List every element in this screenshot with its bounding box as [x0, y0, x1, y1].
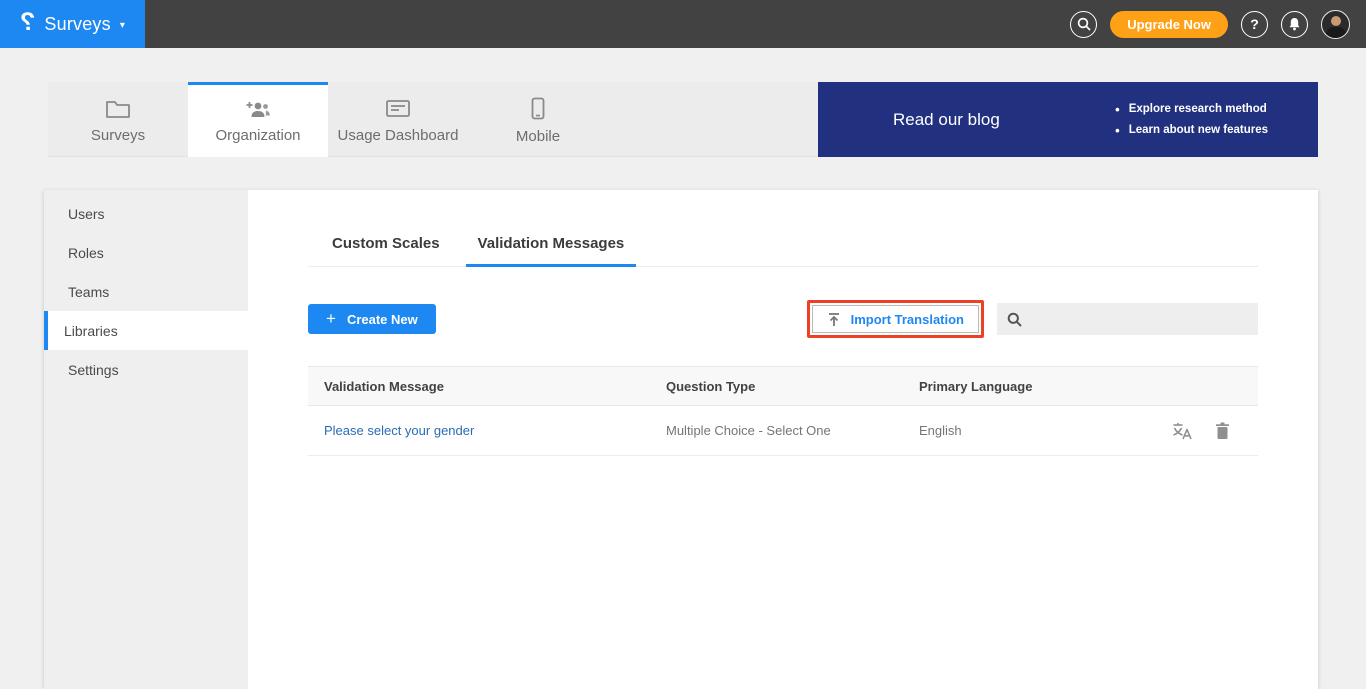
section-tabs: Surveys Organization Usage Dashboard Mob… — [48, 82, 818, 157]
product-switcher[interactable]: ? Surveys ▾ — [0, 0, 145, 48]
translate-button[interactable] — [1172, 421, 1193, 440]
topbar: ? Surveys ▾ Upgrade Now ? — [0, 0, 1366, 48]
sidebar: Users Roles Teams Libraries Settings — [44, 190, 248, 689]
chevron-down-icon: ▾ — [120, 20, 125, 31]
sidebar-item-roles[interactable]: Roles — [44, 233, 248, 272]
bell-icon — [1288, 17, 1301, 31]
brand-label: Surveys — [44, 14, 110, 35]
search-icon — [1077, 17, 1091, 31]
group-add-icon — [244, 98, 272, 120]
search-input[interactable] — [1030, 312, 1248, 327]
libraries-content: Custom Scales Validation Messages + Crea… — [248, 190, 1318, 689]
validation-messages-table: Validation Message Question Type Primary… — [308, 366, 1258, 456]
question-type-cell: Multiple Choice - Select One — [650, 423, 903, 438]
tab-label: Usage Dashboard — [338, 127, 459, 144]
search-button[interactable] — [1070, 11, 1097, 38]
tab-label: Mobile — [516, 128, 560, 145]
sidebar-item-libraries[interactable]: Libraries — [44, 311, 248, 350]
import-translation-button[interactable]: Import Translation — [812, 305, 979, 333]
header-question-type: Question Type — [650, 379, 903, 394]
questionpro-logo-icon: ? — [20, 10, 35, 35]
organization-panel: Users Roles Teams Libraries Settings Cus… — [44, 190, 1318, 689]
sidebar-item-users[interactable]: Users — [44, 194, 248, 233]
tab-label: Surveys — [91, 127, 145, 144]
banner-bullet: Learn about new features — [1115, 120, 1268, 141]
import-highlight-box: Import Translation — [807, 300, 984, 338]
notifications-button[interactable] — [1281, 11, 1308, 38]
search-icon — [1007, 312, 1022, 327]
create-new-button[interactable]: + Create New — [308, 304, 436, 334]
banner-bullet: Explore research method — [1115, 99, 1268, 120]
translate-icon — [1172, 421, 1193, 440]
sidebar-item-teams[interactable]: Teams — [44, 272, 248, 311]
trash-icon — [1215, 422, 1230, 440]
libraries-tabs: Custom Scales Validation Messages — [308, 235, 1258, 267]
tab-custom-scales[interactable]: Custom Scales — [320, 235, 452, 267]
tab-surveys[interactable]: Surveys — [48, 82, 188, 157]
section-nav: Surveys Organization Usage Dashboard Mob… — [48, 82, 1318, 157]
tab-mobile[interactable]: Mobile — [468, 82, 608, 157]
upload-icon — [827, 312, 841, 327]
folder-icon — [105, 98, 131, 120]
avatar[interactable] — [1321, 10, 1350, 39]
table-row: Please select your gender Multiple Choic… — [308, 406, 1258, 456]
plus-icon: + — [326, 309, 336, 329]
dashboard-icon — [385, 98, 411, 120]
tab-organization[interactable]: Organization — [188, 82, 328, 157]
topbar-actions: Upgrade Now ? — [1070, 10, 1366, 39]
search-field[interactable] — [997, 303, 1258, 335]
sidebar-item-settings[interactable]: Settings — [44, 350, 248, 389]
header-primary-language: Primary Language — [903, 379, 1148, 394]
tab-validation-messages[interactable]: Validation Messages — [466, 235, 637, 267]
primary-language-cell: English — [903, 423, 1148, 438]
table-header-row: Validation Message Question Type Primary… — [308, 366, 1258, 406]
tab-label: Organization — [215, 127, 300, 144]
upgrade-now-button[interactable]: Upgrade Now — [1110, 11, 1228, 38]
banner-title: Read our blog — [893, 110, 1000, 130]
delete-button[interactable] — [1215, 422, 1230, 440]
help-button[interactable]: ? — [1241, 11, 1268, 38]
banner-bullet-list: Explore research method Learn about new … — [1115, 99, 1268, 141]
tab-usage-dashboard[interactable]: Usage Dashboard — [328, 82, 468, 157]
question-mark-icon: ? — [1250, 16, 1259, 32]
mobile-icon — [530, 97, 546, 121]
validation-message-link[interactable]: Please select your gender — [324, 423, 474, 438]
header-validation-message: Validation Message — [308, 379, 650, 394]
blog-banner[interactable]: Read our blog Explore research method Le… — [818, 82, 1318, 157]
avatar-photo — [1331, 16, 1341, 26]
toolbar: + Create New Import Translation — [308, 300, 1258, 338]
